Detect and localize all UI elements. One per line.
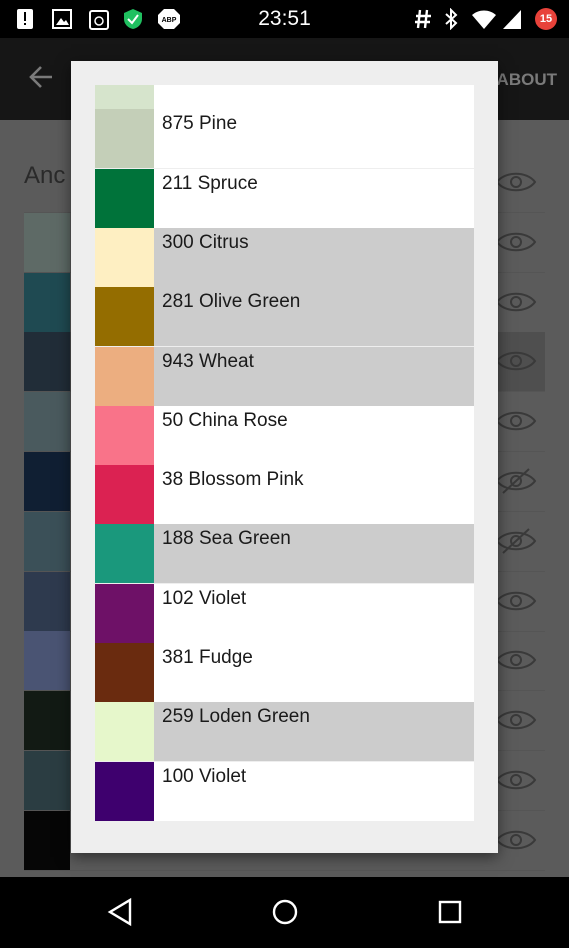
eye-icon[interactable]: [495, 227, 537, 257]
color-swatch: [95, 85, 154, 109]
color-swatch: [95, 761, 154, 821]
hash-icon: [415, 9, 431, 29]
color-label: 100 Violet: [162, 765, 247, 787]
color-label: 38 Blossom Pink: [162, 469, 304, 491]
background-swatch: [24, 511, 70, 571]
color-list-item[interactable]: 38 Blossom Pink: [95, 465, 474, 525]
color-list-item[interactable]: 211 Spruce: [95, 168, 474, 228]
color-swatch: [95, 583, 154, 643]
bluetooth-icon: [445, 8, 458, 30]
background-swatch: [24, 452, 70, 511]
color-swatch: [95, 524, 154, 584]
status-bar: ABP 23:51 15: [0, 0, 569, 38]
eye-icon[interactable]: [495, 705, 537, 735]
color-swatch: [95, 168, 154, 228]
color-list-item[interactable]: 281 Olive Green: [95, 287, 474, 347]
background-swatch: [24, 212, 70, 272]
eye-icon[interactable]: [495, 645, 537, 675]
color-list-item[interactable]: 188 Sea Green: [95, 524, 474, 584]
eye-icon[interactable]: [495, 406, 537, 436]
background-swatch: [24, 631, 70, 691]
eye-off-icon[interactable]: [495, 466, 537, 496]
color-label: 381 Fudge: [162, 647, 253, 668]
about-button[interactable]: ABOUT: [497, 70, 557, 90]
home-circle-icon[interactable]: [270, 897, 300, 927]
color-swatch: [95, 227, 154, 287]
color-list-item[interactable]: 259 Loden Green: [95, 702, 474, 762]
eye-off-icon[interactable]: [495, 526, 537, 556]
color-label: 50 China Rose: [162, 409, 288, 431]
color-swatch: [95, 465, 154, 525]
color-label: 188 Sea Green: [162, 528, 291, 550]
color-swatch: [95, 287, 154, 347]
color-picker-dialog: 206 Spruce 875 Pine 211 Spruce 300 Citrus 28…: [71, 61, 498, 853]
background-swatch: [24, 332, 70, 392]
eye-icon[interactable]: [495, 167, 537, 197]
signal-icon: [503, 10, 521, 29]
color-label: 259 Loden Green: [162, 706, 310, 728]
eye-icon[interactable]: [495, 825, 537, 855]
color-swatch: [95, 109, 154, 169]
background-swatch: [24, 751, 70, 810]
color-label: 211 Spruce: [162, 172, 258, 194]
background-swatch: [24, 691, 70, 751]
color-swatch: [95, 643, 154, 702]
background-swatch: [24, 571, 70, 631]
eye-icon[interactable]: [495, 346, 537, 376]
arrow-left-icon[interactable]: [28, 64, 54, 90]
color-label: 300 Citrus: [162, 231, 249, 253]
battery-icon: 15: [535, 8, 557, 30]
color-list-item[interactable]: 300 Citrus: [95, 227, 474, 287]
color-label: 875 Pine: [162, 113, 238, 135]
eye-icon[interactable]: [495, 586, 537, 616]
color-list-item[interactable]: 100 Violet: [95, 761, 474, 821]
color-list[interactable]: 206 Spruce 875 Pine 211 Spruce 300 Citrus 28…: [95, 85, 474, 829]
back-triangle-icon[interactable]: [106, 897, 134, 927]
wifi-icon: [472, 10, 496, 29]
color-list-item[interactable]: 50 China Rose: [95, 405, 474, 465]
eye-icon[interactable]: [495, 765, 537, 795]
color-swatch: [95, 346, 154, 406]
color-swatch: [95, 405, 154, 465]
color-list-item[interactable]: 875 Pine: [95, 109, 474, 169]
background-swatch: [24, 810, 70, 870]
color-list-item[interactable]: 206 Spruce: [95, 85, 474, 109]
recents-square-icon[interactable]: [437, 897, 463, 927]
eye-icon[interactable]: [495, 287, 537, 317]
notification-count: 15: [539, 13, 553, 25]
nav-bar: [0, 877, 569, 948]
color-swatch: [95, 702, 154, 762]
background-swatch: [24, 392, 70, 452]
color-label: 281 Olive Green: [162, 291, 301, 313]
color-label: 102 Violet: [162, 587, 247, 609]
color-list-item[interactable]: 102 Violet: [95, 583, 474, 643]
color-list-item[interactable]: 381 Fudge: [95, 643, 474, 702]
background-swatch: [24, 272, 70, 332]
color-label: 943 Wheat: [162, 350, 254, 372]
color-list-item[interactable]: 943 Wheat: [95, 346, 474, 406]
